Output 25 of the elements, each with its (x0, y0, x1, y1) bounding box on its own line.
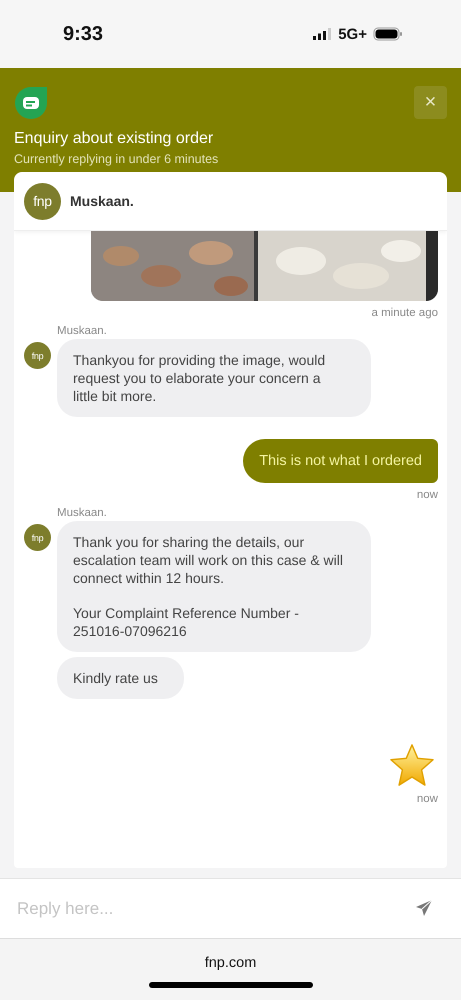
battery-icon (373, 27, 403, 41)
agent-name: Muskaan. (70, 193, 134, 209)
reply-time-note: Currently replying in under 6 minutes (14, 152, 220, 166)
agent-avatar: fnp (24, 524, 51, 551)
sender-name: Muskaan. (57, 507, 108, 519)
message-time: now (416, 793, 438, 805)
agent-avatar: fnp (24, 342, 51, 369)
message-time: a minute ago (372, 307, 438, 319)
status-time: 9:33 (63, 22, 104, 46)
agent-avatar: fnp (24, 182, 61, 220)
agent-message: Kindly rate us (57, 657, 184, 699)
send-icon[interactable] (415, 899, 433, 917)
signal-icon (313, 28, 332, 40)
agent-message: Thank you for sharing the details, our escalation team will work on this case & will connect within 12 hours. Your Complaint Reference Number - 251016-07096216 (57, 521, 371, 652)
user-message: This is not what I ordered (243, 439, 438, 483)
sender-name: Muskaan. (57, 325, 108, 337)
chat-title: Enquiry about existing order (14, 130, 214, 148)
message-time: now (416, 489, 438, 501)
reply-field[interactable]: Reply here... (0, 878, 461, 938)
agent-message: Thankyou for providing the image, would request you to elaborate your concern a little bit more. (57, 339, 371, 417)
network-label: 5G+ (338, 26, 367, 42)
close-button[interactable]: × (414, 86, 447, 119)
star-icon (389, 743, 435, 787)
url-label: fnp.com (204, 955, 256, 971)
chat-bubble-icon (14, 86, 48, 120)
